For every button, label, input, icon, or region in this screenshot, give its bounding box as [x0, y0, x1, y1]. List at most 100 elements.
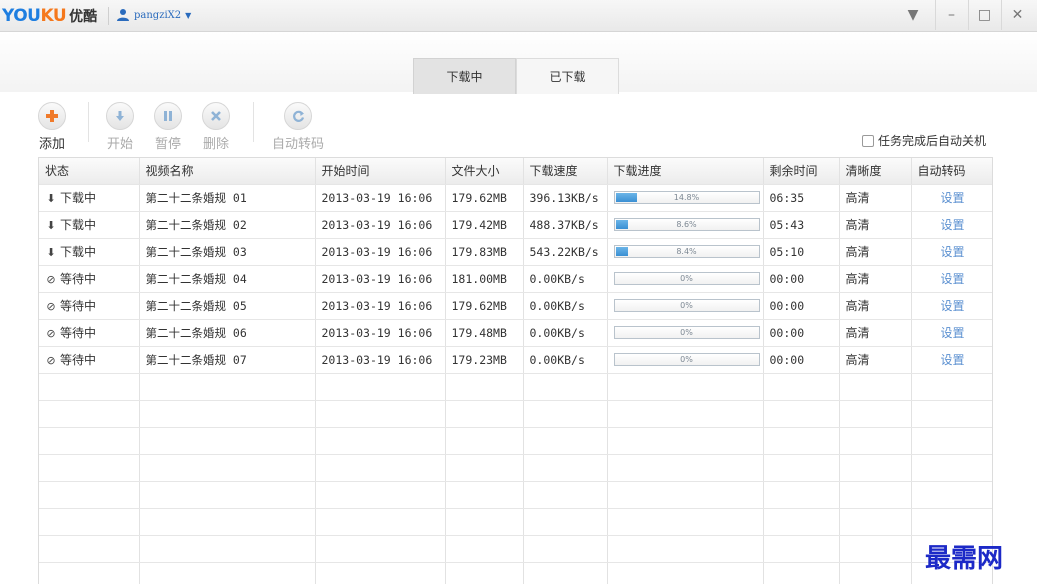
empty-cell — [39, 454, 140, 482]
dropdown-icon: ▼ — [907, 7, 919, 23]
status-text: 等待中 — [60, 299, 97, 313]
toolbar: 添加 开始 暂停 删除 自动转码 任务完成后自动关机 — [0, 92, 1037, 156]
empty-row — [39, 535, 992, 563]
auto-transcode-button[interactable]: 自动转码 — [272, 102, 324, 152]
empty-cell — [839, 373, 912, 401]
video-name: 第二十二条婚规 03 — [139, 238, 316, 266]
column-header-status[interactable]: 状态 — [39, 158, 140, 185]
empty-cell — [911, 481, 992, 509]
transcode-settings-link[interactable]: 设置 — [918, 297, 988, 314]
add-button[interactable]: 添加 — [38, 102, 66, 152]
empty-cell — [911, 427, 992, 455]
start-time: 2013-03-19 16:06 — [315, 184, 446, 212]
transcode-settings-link[interactable]: 设置 — [918, 270, 988, 287]
pause-button[interactable]: 暂停 — [154, 102, 182, 152]
transcode-settings-link[interactable]: 设置 — [918, 216, 988, 233]
window-menu-button[interactable]: ▼ — [897, 0, 929, 30]
column-header-start-time[interactable]: 开始时间 — [315, 158, 446, 185]
user-menu[interactable]: pangziX2 ▼ — [116, 8, 191, 22]
progress-text: 8.4% — [676, 247, 697, 256]
delete-label: 删除 — [202, 137, 229, 152]
status-text: 等待中 — [60, 272, 97, 286]
remaining-time: 00:00 — [763, 319, 840, 347]
start-button[interactable]: 开始 — [106, 102, 134, 152]
maximize-button[interactable]: □ — [968, 0, 1000, 30]
column-header-name[interactable]: 视频名称 — [139, 158, 316, 185]
remaining-time: 06:35 — [763, 184, 840, 212]
table-row[interactable]: ⊘ 等待中 第二十二条婚规 06 2013-03-19 16:06 179.48MB 0.… — [39, 319, 992, 347]
empty-cell — [139, 508, 316, 536]
tab-downloading[interactable]: 下载中 — [413, 58, 516, 94]
video-name: 第二十二条婚规 06 — [139, 319, 316, 347]
empty-cell — [839, 535, 912, 563]
file-size: 179.42MB — [445, 211, 524, 239]
progress-bar: 0% — [613, 353, 760, 366]
quality: 高清 — [839, 184, 912, 212]
empty-cell — [39, 427, 140, 455]
delete-x-icon — [211, 111, 221, 121]
empty-cell — [39, 400, 140, 428]
status-text: 等待中 — [60, 353, 97, 367]
remaining-time: 00:00 — [763, 292, 840, 320]
tab-downloaded[interactable]: 已下载 — [516, 58, 619, 94]
transcode-settings-link[interactable]: 设置 — [918, 324, 988, 341]
column-header-size[interactable]: 文件大小 — [445, 158, 524, 185]
download-speed: 488.37KB/s — [523, 211, 608, 239]
empty-cell — [445, 454, 524, 482]
quality: 高清 — [839, 238, 912, 266]
quality: 高清 — [839, 265, 912, 293]
status-text: 等待中 — [60, 326, 97, 340]
empty-row — [39, 427, 992, 455]
table-row[interactable]: ⬇ 下载中 第二十二条婚规 03 2013-03-19 16:06 179.83MB 54… — [39, 238, 992, 266]
delete-button[interactable]: 删除 — [202, 102, 230, 152]
table-row[interactable]: ⊘ 等待中 第二十二条婚规 05 2013-03-19 16:06 179.62MB 0.… — [39, 292, 992, 320]
status-text: 下载中 — [60, 245, 97, 259]
column-header-quality[interactable]: 清晰度 — [839, 158, 912, 185]
table-row[interactable]: ⊘ 等待中 第二十二条婚规 04 2013-03-19 16:06 181.00MB 0.… — [39, 265, 992, 293]
auto-shutdown-option[interactable]: 任务完成后自动关机 — [862, 132, 986, 149]
close-button[interactable]: ✕ — [1001, 0, 1033, 30]
video-name: 第二十二条婚规 05 — [139, 292, 316, 320]
transcode-settings-link[interactable]: 设置 — [918, 243, 988, 260]
column-header-remaining[interactable]: 剩余时间 — [763, 158, 840, 185]
progress-text: 0% — [680, 355, 693, 364]
file-size: 179.62MB — [445, 292, 524, 320]
transcode-cell: 设置 — [911, 292, 992, 320]
progress-bar: 8.4% — [613, 245, 760, 258]
pause-label: 暂停 — [154, 137, 181, 152]
empty-row — [39, 481, 992, 509]
empty-cell — [523, 373, 608, 401]
start-time: 2013-03-19 16:06 — [315, 292, 446, 320]
empty-cell — [839, 400, 912, 428]
empty-cell — [523, 454, 608, 482]
transcode-settings-link[interactable]: 设置 — [918, 351, 988, 368]
clock-icon: ⊘ — [46, 354, 56, 367]
empty-cell — [763, 454, 840, 482]
clock-icon: ⊘ — [46, 327, 56, 340]
status-text: 下载中 — [60, 191, 97, 205]
file-size: 179.62MB — [445, 184, 524, 212]
empty-cell — [445, 481, 524, 509]
minimize-button[interactable]: – — [935, 0, 967, 30]
auto-shutdown-checkbox[interactable] — [862, 134, 874, 147]
empty-cell — [523, 481, 608, 509]
table-row[interactable]: ⬇ 下载中 第二十二条婚规 02 2013-03-19 16:06 179.42MB 48… — [39, 211, 992, 239]
start-label: 开始 — [106, 137, 133, 152]
file-size: 181.00MB — [445, 265, 524, 293]
transcode-settings-link[interactable]: 设置 — [918, 189, 988, 206]
empty-cell — [607, 535, 764, 563]
empty-cell — [445, 427, 524, 455]
table-row[interactable]: ⊘ 等待中 第二十二条婚规 07 2013-03-19 16:06 179.23MB 0.… — [39, 346, 992, 374]
column-header-transcode[interactable]: 自动转码 — [911, 158, 992, 185]
empty-cell — [39, 508, 140, 536]
download-speed: 543.22KB/s — [523, 238, 608, 266]
transcode-cell: 设置 — [911, 265, 992, 293]
transcode-cell: 设置 — [911, 184, 992, 212]
table-row[interactable]: ⬇ 下载中 第二十二条婚规 01 2013-03-19 16:06 179.62MB 39… — [39, 184, 992, 212]
column-header-speed[interactable]: 下载速度 — [523, 158, 608, 185]
empty-cell — [607, 454, 764, 482]
column-header-progress[interactable]: 下载进度 — [607, 158, 764, 185]
remaining-time: 05:43 — [763, 211, 840, 239]
empty-cell — [39, 562, 140, 584]
auto-shutdown-label: 任务完成后自动关机 — [878, 134, 987, 148]
